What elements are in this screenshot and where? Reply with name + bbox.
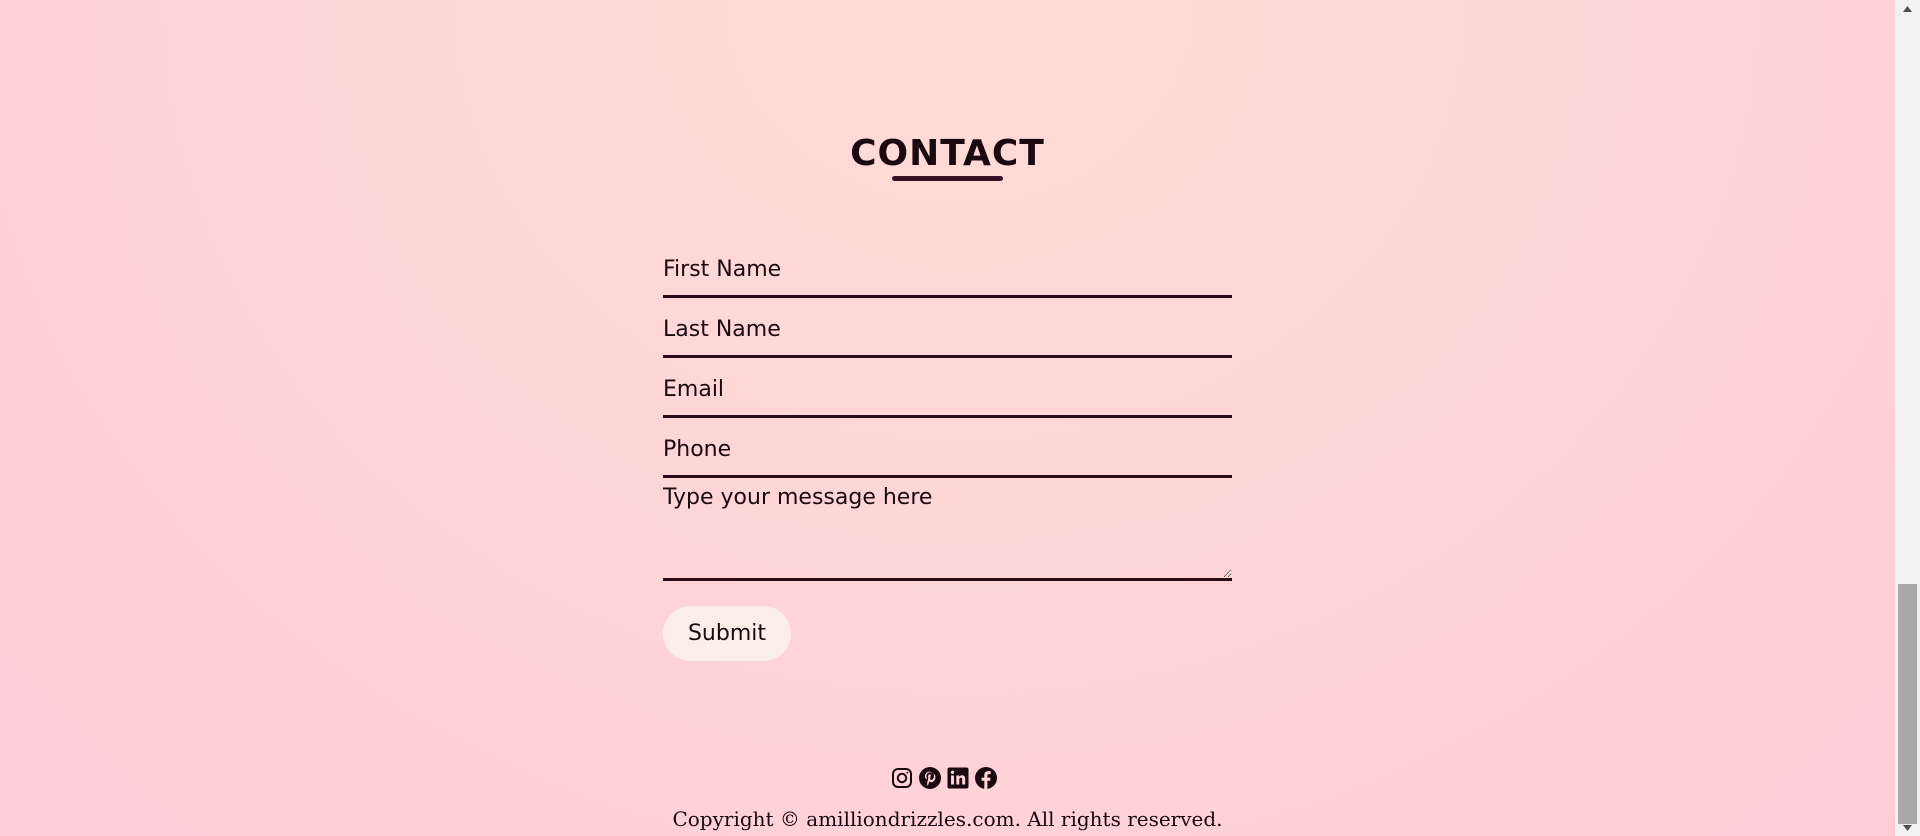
scroll-thumb[interactable]: [1898, 584, 1917, 824]
facebook-link[interactable]: [974, 766, 998, 790]
contact-form: Submit: [663, 238, 1232, 661]
scroll-up-icon[interactable]: [1895, 0, 1920, 17]
pinterest-icon: [919, 767, 941, 789]
last-name-field[interactable]: [663, 298, 1232, 358]
first-name-field[interactable]: [663, 238, 1232, 298]
linkedin-icon: [947, 767, 969, 789]
message-field[interactable]: [663, 478, 1232, 581]
scroll-down-icon[interactable]: [1895, 819, 1920, 836]
copyright-text: Copyright © amilliondrizzles.com. All ri…: [672, 807, 1223, 831]
social-links: [890, 766, 998, 790]
linkedin-link[interactable]: [946, 766, 970, 790]
phone-field[interactable]: [663, 418, 1232, 478]
pinterest-link[interactable]: [918, 766, 942, 790]
instagram-icon: [892, 768, 912, 788]
page: CONTACT Submit: [0, 0, 1895, 836]
facebook-icon: [975, 767, 997, 789]
email-field[interactable]: [663, 358, 1232, 418]
submit-button[interactable]: Submit: [663, 606, 791, 661]
vertical-scrollbar[interactable]: [1895, 0, 1920, 836]
title-underline: [892, 176, 1003, 181]
section-title: CONTACT: [850, 133, 1045, 174]
instagram-link[interactable]: [890, 766, 914, 790]
